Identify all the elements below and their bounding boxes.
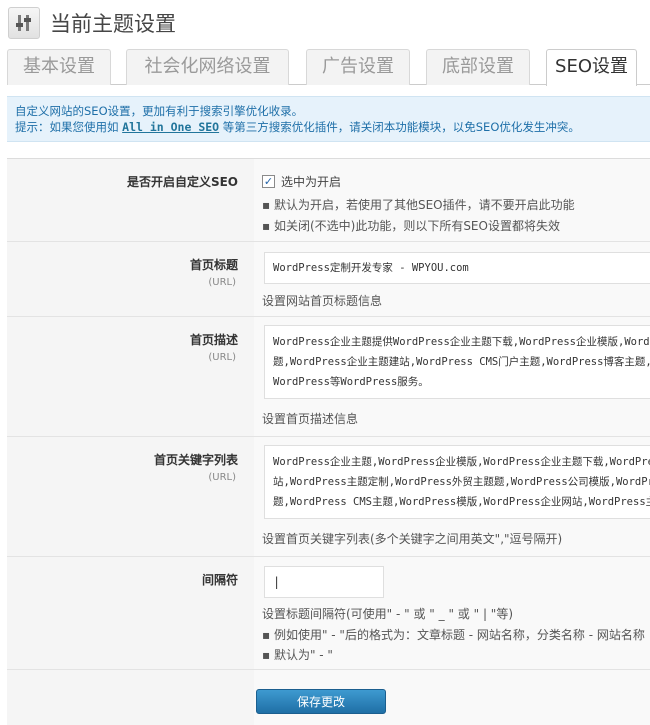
tab-basic[interactable]: 基本设置 — [7, 49, 111, 85]
row-home-title: 首页标题 (URL) WordPress定制开发专家 - WPYOU.com 设… — [7, 242, 650, 317]
seo-enable-label: 是否开启自定义SEO — [126, 175, 238, 189]
home-keywords-textarea[interactable]: WordPress企业主题,WordPress企业模版,WordPress企业主… — [264, 445, 650, 519]
separator-note-2: ▪ 默认为" - " — [262, 648, 333, 662]
notice-prefix: 提示：如果您使用如 — [15, 120, 119, 134]
settings-tabs: 基本设置 社会化网络设置 广告设置 底部设置 SEO设置 — [7, 49, 650, 86]
notice-line-1: 自定义网站的SEO设置，更加有利于搜索引擎优化收录。 — [15, 104, 304, 118]
row-seo-enable: 是否开启自定义SEO ✓ 选中为开启 ▪ 默认为开启，若使用了其他SEO插件，请… — [7, 159, 650, 242]
separator-input[interactable]: | — [264, 566, 384, 598]
tab-footer[interactable]: 底部设置 — [426, 49, 530, 85]
home-title-label: 首页标题 — [189, 258, 238, 272]
seo-enable-checkbox[interactable]: ✓ — [262, 175, 275, 188]
home-description-label: 首页描述 — [189, 333, 238, 347]
seo-enable-note-1: ▪ 默认为开启，若使用了其他SEO插件，请不要开启此功能 — [262, 198, 575, 212]
seo-notice: 自定义网站的SEO设置，更加有利于搜索引擎优化收录。 提示：如果您使用如 All… — [7, 96, 650, 142]
page-header: 当前主题设置 — [8, 6, 176, 40]
tab-social[interactable]: 社会化网络设置 — [126, 49, 289, 85]
home-description-sublabel: (URL) — [208, 352, 236, 363]
row-separator: 间隔符 | 设置标题间隔符(可使用" - " 或 " _ " 或 " | "等)… — [7, 557, 650, 670]
tab-ads[interactable]: 广告设置 — [306, 49, 410, 85]
notice-suffix: 等第三方搜索优化插件，请关闭本功能模块，以免SEO优化发生冲突。 — [222, 120, 580, 134]
home-keywords-label: 首页关键字列表 — [153, 453, 238, 467]
theme-settings-page: 当前主题设置 基本设置 社会化网络设置 广告设置 底部设置 SEO设置 自定义网… — [0, 0, 650, 725]
home-description-help: 设置首页描述信息 — [262, 412, 359, 426]
separator-help: 设置标题间隔符(可使用" - " 或 " _ " 或 " | "等) — [262, 607, 513, 621]
notice-line-2: 提示：如果您使用如 All in One SEO 等第三方搜索优化插件，请关闭本… — [15, 119, 650, 135]
plugin-link[interactable]: All in One SEO — [122, 120, 219, 134]
seo-enable-checkbox-label: 选中为开启 — [281, 175, 342, 189]
home-title-input[interactable]: WordPress定制开发专家 - WPYOU.com — [264, 252, 650, 284]
separator-label: 间隔符 — [201, 573, 238, 587]
home-title-description: 设置网站首页标题信息 — [262, 294, 383, 308]
row-home-description: 首页描述 (URL) WordPress企业主题提供WordPress企业主题下… — [7, 317, 650, 437]
separator-note-1: ▪ 例如使用" - "后的格式为：文章标题 - 网站名称，分类名称 - 网站名称 — [262, 628, 645, 642]
tab-seo[interactable]: SEO设置 — [546, 49, 637, 86]
home-description-textarea[interactable]: WordPress企业主题提供WordPress企业主题下载,WordPress… — [264, 325, 650, 399]
seo-form-table: 是否开启自定义SEO ✓ 选中为开启 ▪ 默认为开启，若使用了其他SEO插件，请… — [7, 158, 650, 725]
page-title: 当前主题设置 — [50, 12, 176, 36]
save-changes-button[interactable]: 保存更改 — [256, 689, 386, 714]
settings-sliders-icon — [8, 7, 40, 39]
home-title-sublabel: (URL) — [208, 277, 236, 288]
home-keywords-help: 设置首页关键字列表(多个关键字之间用英文","逗号隔开) — [262, 532, 563, 546]
row-home-keywords: 首页关键字列表 (URL) WordPress企业主题,WordPress企业模… — [7, 437, 650, 557]
seo-enable-note-2: ▪ 如关闭(不选中)此功能，则以下所有SEO设置都将失效 — [262, 219, 560, 233]
home-keywords-sublabel: (URL) — [208, 472, 236, 483]
seo-enable-checkbox-line[interactable]: ✓ 选中为开启 — [262, 173, 341, 190]
